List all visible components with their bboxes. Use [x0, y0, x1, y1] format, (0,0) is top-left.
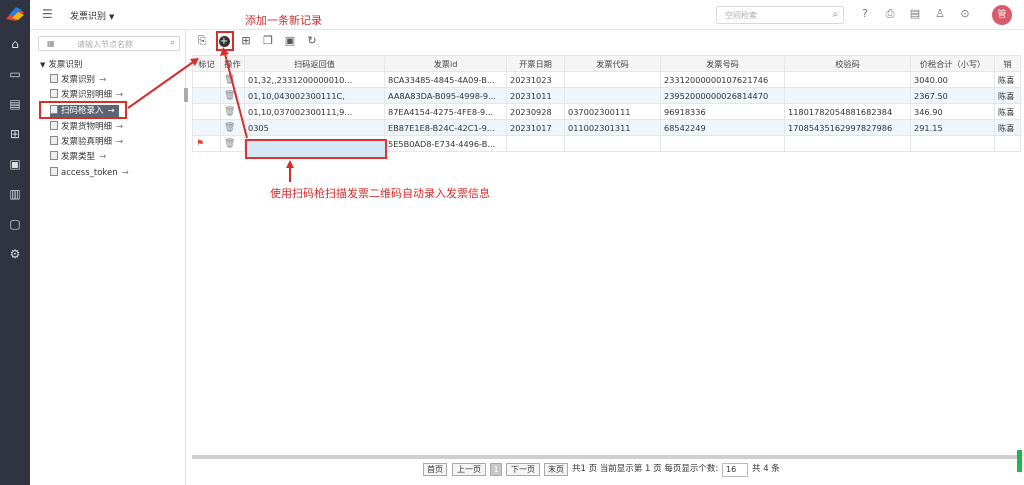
- annotation-arrows: [127, 47, 294, 182]
- horizontal-scrollbar[interactable]: [192, 455, 1018, 459]
- prev-page-button[interactable]: 上一页: [452, 463, 486, 476]
- pager-summary: 共1 页 当前显示第 1 页 每页显示个数:: [572, 464, 719, 474]
- first-page-button[interactable]: 首页: [423, 463, 447, 476]
- vertical-scrollbar-thumb[interactable]: [1017, 450, 1022, 472]
- next-page-button[interactable]: 下一页: [506, 463, 540, 476]
- current-page-indicator: 1: [490, 463, 502, 476]
- page-size-input[interactable]: 16: [722, 463, 748, 477]
- total-count: 共 4 条: [752, 464, 780, 474]
- last-page-button[interactable]: 末页: [544, 463, 568, 476]
